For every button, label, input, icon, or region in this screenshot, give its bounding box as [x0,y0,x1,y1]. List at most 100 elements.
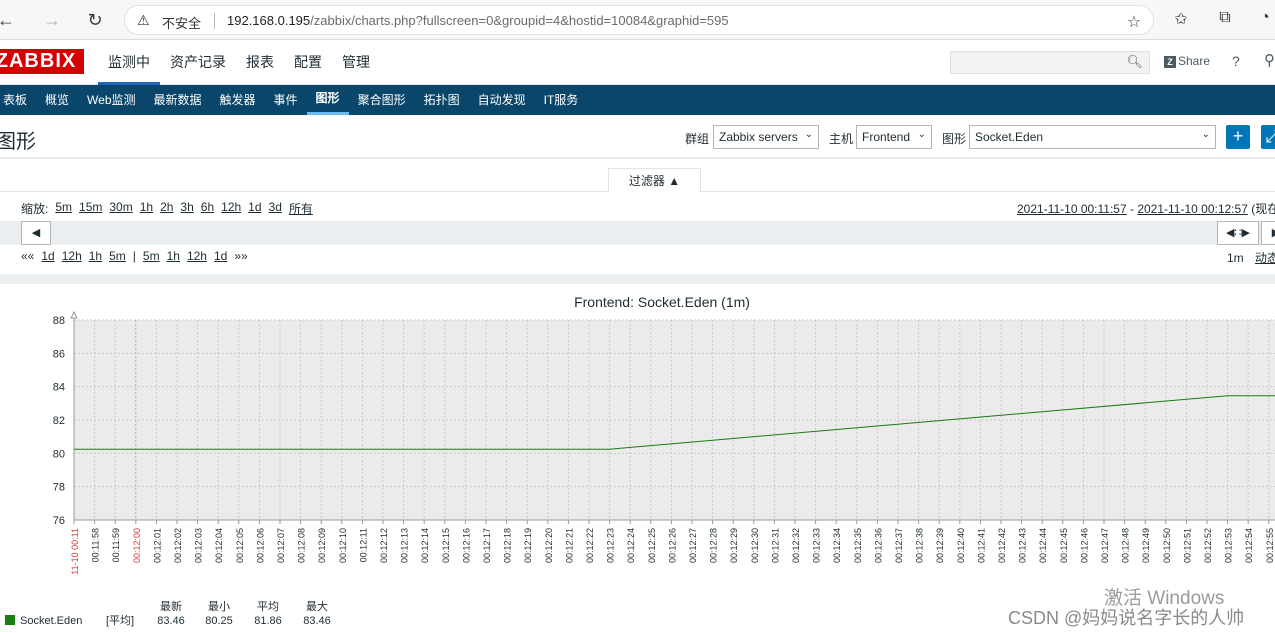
x-tick-label: 00:12:23 [606,528,616,563]
shift-back-option[interactable]: «« [21,249,34,263]
zoom-option[interactable]: 12h [221,200,241,217]
x-tick-label: 00:12:34 [832,528,842,563]
date-to[interactable]: 2021-11-10 00:12:57 [1137,202,1248,216]
search-icon[interactable]: 🔍︎ [1126,54,1143,70]
add-to-favorites-button[interactable]: + [1226,125,1250,149]
host-select[interactable]: Frontend ⌄ [856,125,932,149]
x-tick-label: 00:12:01 [152,528,162,563]
user-profile-icon[interactable]: ⚲ [1264,51,1275,69]
collections-icon[interactable]: ⧉ [1214,9,1236,27]
shift-back-option[interactable]: 12h [62,249,82,263]
zoom-option[interactable]: 3h [180,200,193,217]
shift-fwd-option[interactable]: 5m [143,249,160,263]
x-tick-label: 00:12:03 [194,528,204,563]
url-path: /zabbix/charts.php?fullscreen=0&groupid=… [310,13,729,28]
zoom-option[interactable]: 5m [55,200,72,217]
shift-back-option[interactable]: 5m [109,249,126,263]
filter-tab[interactable]: 过滤器 ▲ [608,168,701,192]
filter-area: 过滤器 ▲ 缩放: 5m 15m 30m 1h 2h 3h 6h 12h 1d … [0,158,1275,275]
favorite-star-icon[interactable]: ☆ [1123,12,1145,32]
shift-fwd-option[interactable]: 12h [187,249,207,263]
y-tick-label: 80 [53,448,65,460]
menu-reports[interactable]: 报表 [236,40,284,85]
url-text[interactable]: 192.168.0.195/zabbix/charts.php?fullscre… [227,13,729,28]
subnav-it-services[interactable]: IT服务 [535,85,588,115]
period-value: 1m [1227,251,1244,265]
zoom-option[interactable]: 所有 [289,200,313,217]
sub-navigation: 表板 概览 Web监测 最新数据 触发器 事件 图形 聚合图形 拓扑图 自动发现… [0,85,1275,115]
date-range: 2021-11-10 00:11:57 - 2021-11-10 00:12:5… [1017,200,1275,217]
reload-icon[interactable]: ↻ [83,8,107,32]
csdn-watermark: CSDN @妈妈说名字长的人帅 [1008,608,1245,628]
x-tick-label: 00:12:29 [729,528,739,563]
x-tick-label: 00:12:52 [1203,528,1213,563]
graph-select[interactable]: Socket.Eden ⌄ [969,125,1216,149]
y-tick-label: 88 [53,315,65,327]
x-tick-label: 00:12:47 [1100,528,1110,563]
subnav-overview[interactable]: 概览 [36,85,78,115]
x-tick-label: 00:12:30 [750,528,760,563]
x-tick-label: 00:12:31 [770,528,780,563]
menu-configuration[interactable]: 配置 [284,40,332,85]
zoom-option[interactable]: 1d [248,200,261,217]
x-tick-label: 00:12:25 [647,528,657,563]
legend-header: 最小 [208,600,230,613]
share-button[interactable]: Z Share [1164,54,1210,68]
menu-monitoring[interactable]: 监测中 [98,40,160,85]
x-tick-label: 00:12:32 [791,528,801,563]
shift-back-option[interactable]: 1h [89,249,102,263]
x-tick-label: 00:12:04 [214,528,224,563]
subnav-maps[interactable]: 拓扑图 [415,85,469,115]
back-arrow-icon[interactable]: ← [0,8,18,32]
zoom-option[interactable]: 1h [140,200,153,217]
x-tick-label: 00:12:51 [1182,528,1192,563]
subnav-latest-data[interactable]: 最新数据 [145,85,211,115]
group-select[interactable]: Zabbix servers ⌄ [713,125,819,149]
timeline-handle[interactable]: ◀∷▶ [1217,221,1259,245]
insecure-label: 不安全 [162,16,202,31]
shift-fwd-option[interactable]: 1h [167,249,180,263]
zoom-option[interactable]: 15m [79,200,102,217]
group-label: 群组 [685,132,710,146]
zoom-option[interactable]: 3d [269,200,282,217]
fullscreen-button[interactable]: ⤢ [1261,125,1275,149]
date-from[interactable]: 2021-11-10 00:11:57 [1017,202,1127,216]
search-input[interactable]: 🔍︎ [950,51,1150,74]
menu-administration[interactable]: 管理 [332,40,380,85]
timeline-left-button[interactable]: ◀ [21,221,51,245]
shift-back-option[interactable]: 1d [41,249,54,263]
zabbix-logo[interactable]: ZABBIX [0,49,84,74]
timeline-right-button[interactable]: ▶ [1261,221,1275,245]
subnav-events[interactable]: 事件 [265,85,307,115]
date-separator: - [1126,202,1138,216]
shift-fwd-option[interactable]: »» [234,249,247,263]
chevron-down-icon: ⌄ [1201,129,1210,140]
help-button[interactable]: ? [1232,53,1240,69]
subnav-web[interactable]: Web监测 [78,85,144,115]
x-tick-label: 00:12:42 [997,528,1007,563]
timeline-scrollbar[interactable]: ◀ ◀∷▶ ▶ [0,221,1275,245]
host-label: 主机 [829,132,854,146]
favorites-list-icon[interactable]: ✩ [1170,9,1192,29]
profile-icon[interactable]: ◔ [1254,9,1275,27]
dynamic-toggle[interactable]: 动态 [1255,251,1275,265]
zoom-option[interactable]: 30m [109,200,132,217]
subnav-discovery[interactable]: 自动发现 [469,85,535,115]
x-tick-label: 00:12:24 [626,528,636,563]
share-label: Share [1178,54,1211,68]
menu-inventory[interactable]: 资产记录 [160,40,236,85]
x-tick-label: 00:12:15 [441,528,451,563]
x-tick-label: 00:12:12 [379,528,389,563]
subnav-screens[interactable]: 聚合图形 [349,85,415,115]
zoom-option[interactable]: 6h [201,200,214,217]
subnav-dashboard[interactable]: 表板 [0,85,36,115]
address-bar[interactable]: ⚠ 不安全 192.168.0.195/zabbix/charts.php?fu… [124,5,1154,35]
forward-arrow-icon[interactable]: → [40,8,64,32]
zoom-option[interactable]: 2h [160,200,173,217]
shift-fwd-option[interactable]: 1d [214,249,227,263]
x-tick-label: 00:12:45 [1059,528,1069,563]
subnav-graphs[interactable]: 图形 [306,85,349,115]
zoom-label: 缩放: [21,202,49,216]
zoom-row: 缩放: 5m 15m 30m 1h 2h 3h 6h 12h 1d 3d 所有 [21,200,320,217]
subnav-triggers[interactable]: 触发器 [211,85,265,115]
